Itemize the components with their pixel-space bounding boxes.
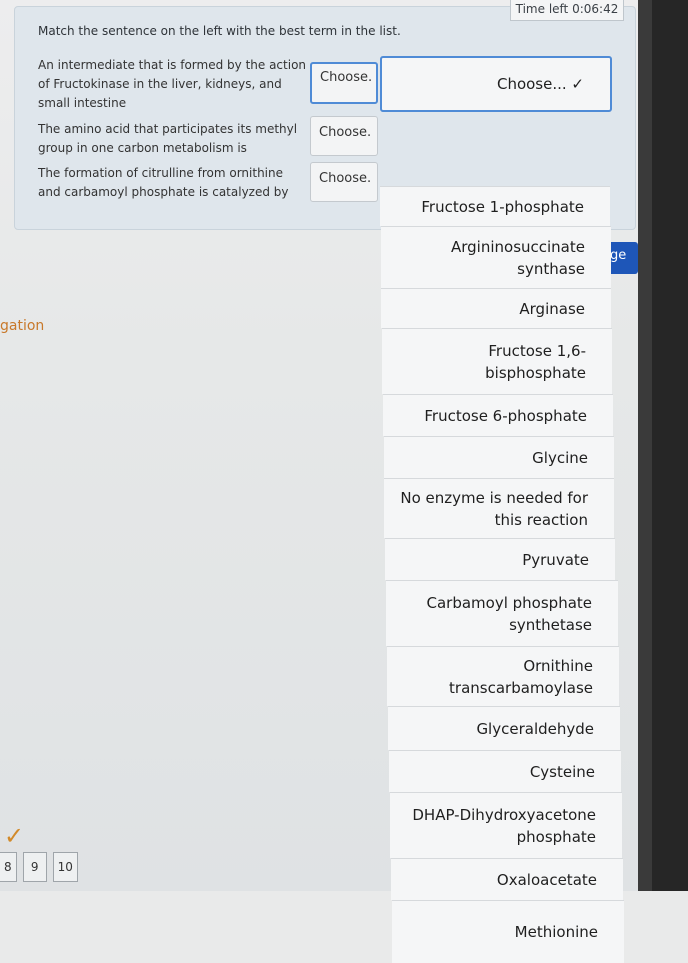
dropdown-option-label: phosphate: [516, 827, 596, 846]
choice-dropdown-list: Choose... ✓ Fructose 1-phosphate Argininos…: [378, 56, 628, 963]
dropdown-option[interactable]: Arginase: [381, 288, 611, 328]
dropdown-option-label: synthase: [517, 259, 585, 278]
match-prompt-3: The formation of citrulline from ornithi…: [38, 166, 289, 199]
match-prompt-2: The amino acid that participates its met…: [38, 122, 298, 155]
dropdown-option[interactable]: Argininosuccinate synthase: [381, 226, 611, 288]
dropdown-option-label: bisphosphate: [485, 363, 586, 382]
dropdown-option[interactable]: Pyruvate: [385, 538, 615, 580]
dropdown-option-label: Fructose 1,6-: [488, 341, 586, 360]
dropdown-option-label: Fructose 1-phosphate: [421, 197, 584, 216]
dropdown-option[interactable]: DHAP-Dihydroxyacetone phosphate: [390, 792, 622, 858]
dropdown-option-label: this reaction: [494, 510, 588, 529]
match-select-1[interactable]: Choose.: [310, 62, 378, 104]
question-nav-9[interactable]: 9: [22, 852, 47, 882]
dropdown-option[interactable]: Cysteine: [389, 750, 621, 792]
time-left: Time left 0:06:42: [510, 0, 624, 21]
dropdown-option[interactable]: Oxaloacetate: [391, 858, 623, 900]
dropdown-option-label: transcarbamoylase: [449, 678, 593, 697]
dropdown-option-label: Glycine: [532, 448, 588, 467]
dropdown-option-label: Argininosuccinate: [450, 237, 585, 256]
match-select-2[interactable]: Choose.: [310, 116, 378, 156]
match-select-3[interactable]: Choose.: [310, 162, 378, 202]
dropdown-option[interactable]: No enzyme is needed for this reaction: [384, 478, 614, 538]
dropdown-option-label: Ornithine: [523, 656, 593, 675]
window-frame-shadow: [652, 0, 688, 891]
match-prompt-1: An intermediate that is formed by the ac…: [38, 58, 307, 110]
dropdown-option-label: Glyceraldehyde: [476, 719, 594, 738]
question-instruction: Match the sentence on the left with the …: [38, 24, 401, 38]
question-navigation: 8 9 10: [0, 852, 78, 882]
dropdown-option-label: Pyruvate: [522, 550, 589, 569]
dropdown-option[interactable]: Glyceraldehyde: [388, 706, 620, 750]
dropdown-option-label: Carbamoyl phosphate: [426, 593, 593, 612]
dropdown-option-label: Choose... ✓: [496, 75, 584, 93]
dropdown-option[interactable]: Fructose 6-phosphate: [383, 394, 613, 436]
dropdown-option-label: No enzyme is needed for: [400, 488, 588, 507]
question-nav-8[interactable]: 8: [0, 852, 17, 882]
check-icon: ✓: [4, 822, 25, 850]
dropdown-option-label: DHAP-Dihydroxyacetone: [412, 805, 596, 824]
question-nav-10[interactable]: 10: [52, 852, 78, 882]
dropdown-option-label: Oxaloacetate: [496, 870, 597, 889]
dropdown-option[interactable]: Choose... ✓: [380, 56, 612, 112]
quiz-navigation-label: gation: [0, 318, 45, 334]
dropdown-option[interactable]: Methionine: [392, 900, 624, 963]
dropdown-option-label: Arginase: [519, 299, 585, 318]
dropdown-option-label: Fructose 6-phosphate: [424, 406, 587, 425]
dropdown-option-label: Methionine: [514, 923, 598, 941]
dropdown-option[interactable]: Glycine: [384, 436, 614, 478]
dropdown-option-label: synthetase: [509, 615, 592, 634]
dropdown-option[interactable]: Carbamoyl phosphate synthetase: [386, 580, 618, 646]
dropdown-option[interactable]: Fructose 1,6- bisphosphate: [382, 328, 612, 394]
dropdown-option[interactable]: Ornithine transcarbamoylase: [387, 646, 619, 706]
dropdown-option-label: Cysteine: [529, 762, 595, 781]
dropdown-option[interactable]: Fructose 1-phosphate: [380, 186, 610, 226]
